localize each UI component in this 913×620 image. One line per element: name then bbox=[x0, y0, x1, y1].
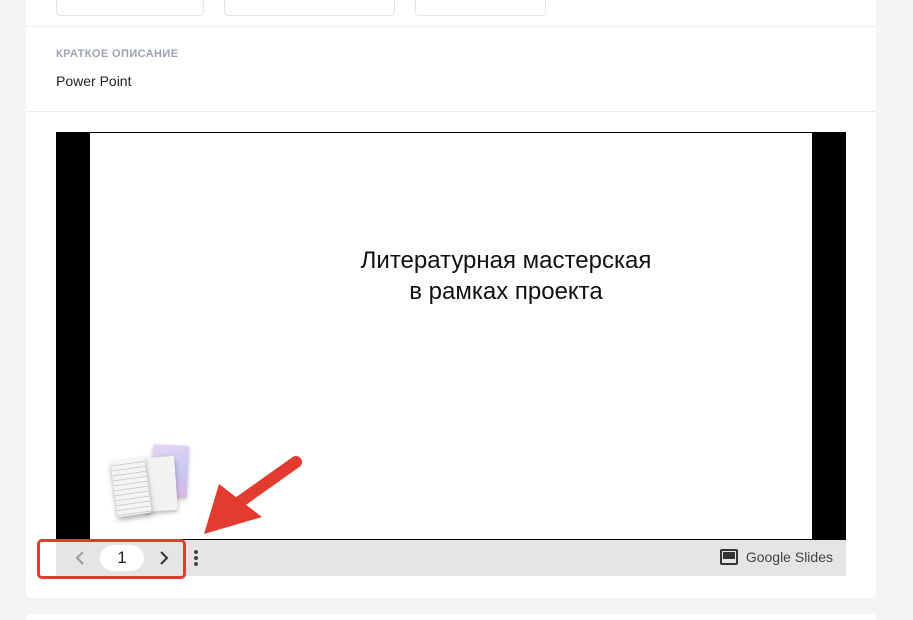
slide-title-line-2: в рамках проекта bbox=[409, 278, 603, 305]
booklet-image bbox=[110, 444, 194, 519]
annotation-highlight-box bbox=[37, 539, 186, 579]
top-button-1[interactable] bbox=[56, 0, 204, 16]
slide-title-line-1: Литературная мастерская bbox=[360, 247, 652, 274]
top-button-2[interactable] bbox=[224, 0, 395, 16]
next-card bbox=[26, 614, 876, 620]
red-arrow-icon bbox=[204, 456, 302, 534]
google-slides-label: Google Slides bbox=[745, 549, 833, 565]
divider bbox=[26, 111, 876, 112]
google-slides-icon bbox=[719, 549, 738, 565]
divider bbox=[26, 26, 876, 27]
google-slides-link[interactable]: Google Slides bbox=[719, 549, 833, 565]
more-vert-icon[interactable] bbox=[191, 549, 201, 567]
google-slides-embed[interactable]: Литературная мастерская в рамках проекта… bbox=[56, 132, 846, 576]
description-value: Power Point bbox=[56, 73, 132, 89]
description-label: КРАТКОЕ ОПИСАНИЕ bbox=[56, 48, 179, 60]
top-button-3[interactable] bbox=[415, 0, 546, 16]
slide-title: Литературная мастерская в рамках проекта bbox=[90, 245, 812, 307]
